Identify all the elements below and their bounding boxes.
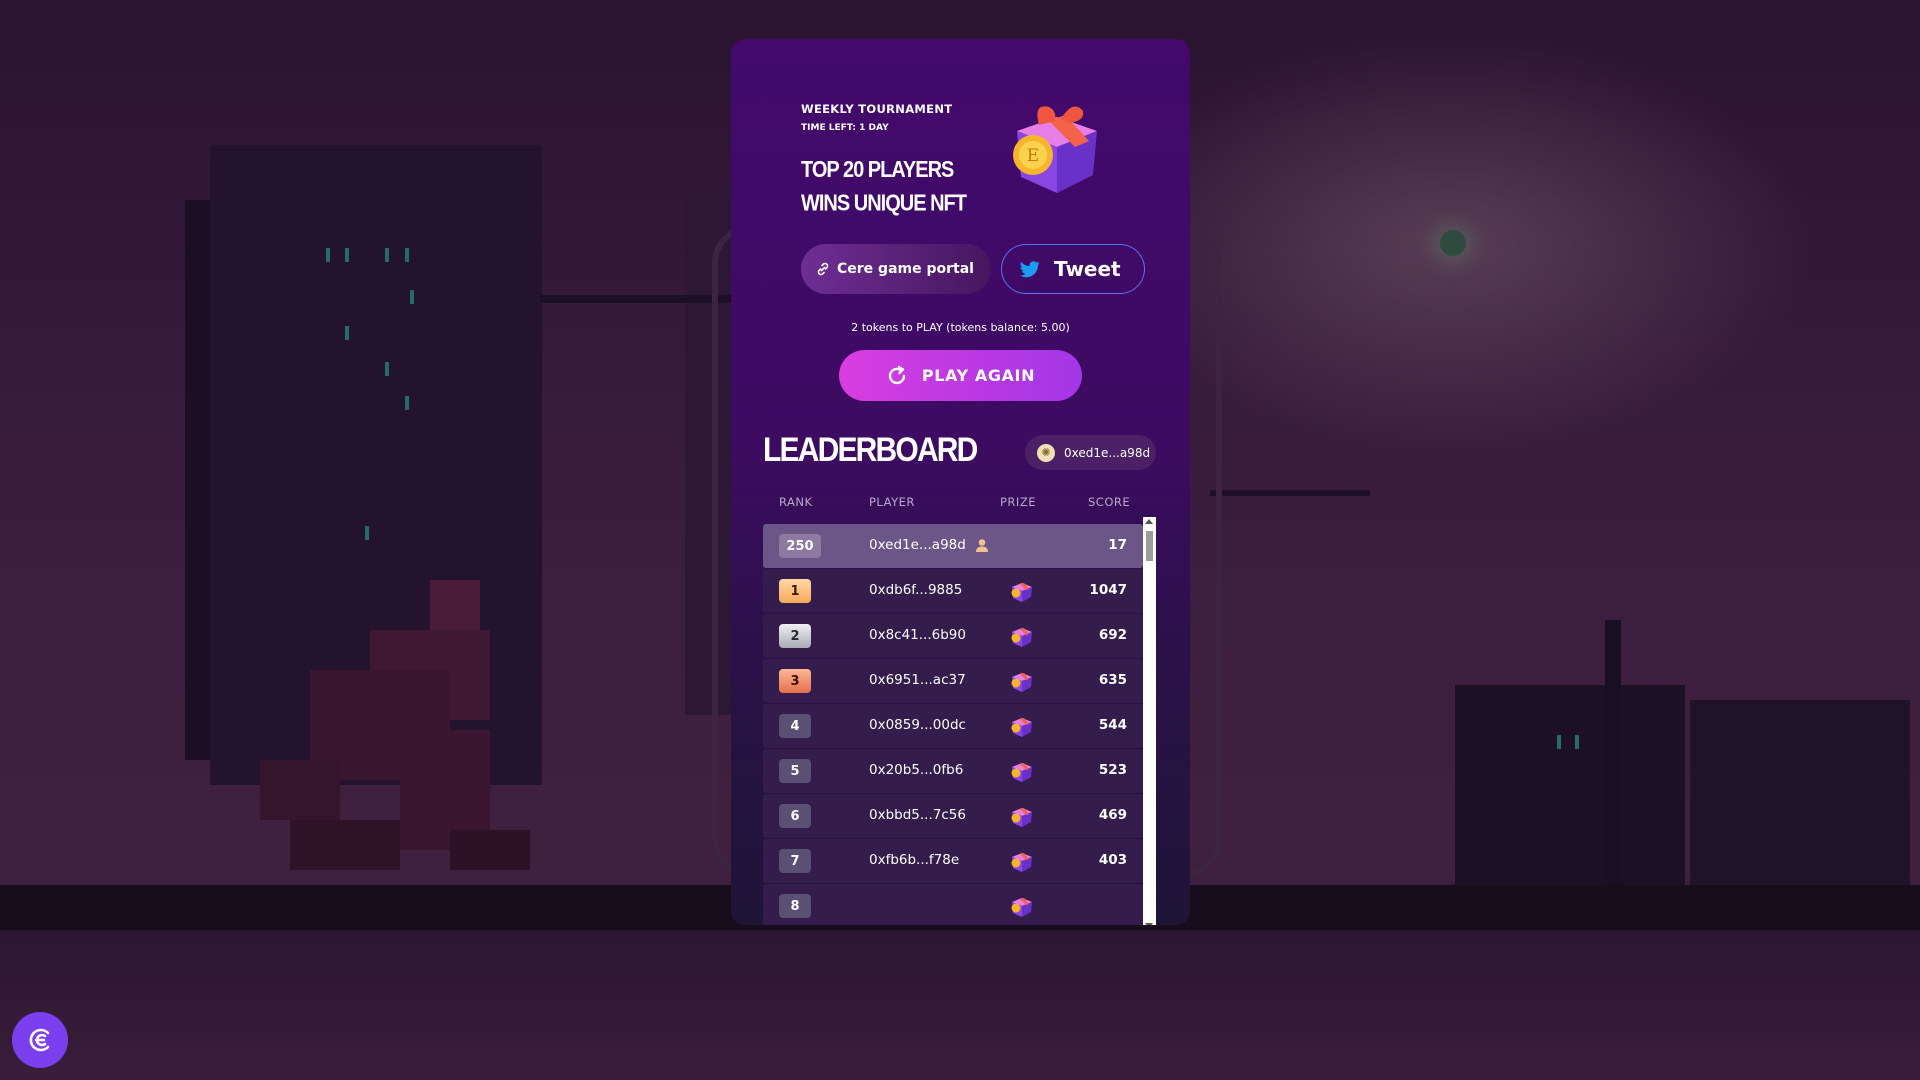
building-window — [410, 290, 414, 304]
table-row: 2 0x8c41...6b90 692 — [763, 614, 1143, 658]
building-window — [326, 248, 330, 262]
portal-label: Cere game portal — [837, 261, 974, 277]
building-window — [1557, 735, 1561, 749]
gift-box-icon — [1009, 848, 1035, 874]
refresh-icon — [888, 365, 906, 384]
antenna-tower — [1605, 620, 1621, 890]
player-address: 0xed1e...a98d — [869, 537, 966, 553]
gift-box-icon — [1009, 713, 1035, 739]
player-address: 0xdb6f...9885 — [869, 582, 963, 598]
player-address: 0xfb6b...f78e — [869, 852, 960, 868]
tournament-headline: TOP 20 PLAYERS WINS UNIQUE NFT — [801, 157, 967, 217]
table-row: 7 0xfb6b...f78e 403 — [763, 839, 1143, 883]
building-window — [365, 526, 369, 540]
player-score: 469 — [1098, 807, 1127, 823]
player-score: 17 — [1108, 537, 1127, 553]
rank-badge: 2 — [779, 624, 811, 648]
tweet-button[interactable]: Tweet — [1001, 244, 1145, 294]
player-score: 523 — [1098, 762, 1127, 778]
table-row: 5 0x20b5...0fb6 523 — [763, 749, 1143, 793]
scroll-up-arrow-icon[interactable] — [1145, 519, 1153, 524]
gift-box-icon — [1009, 758, 1035, 784]
player-score: 403 — [1098, 852, 1127, 868]
building-window — [405, 396, 409, 410]
gift-box-icon — [1009, 893, 1035, 919]
column-header-score: SCORE — [1088, 495, 1131, 509]
wallet-avatar-icon: ✺ — [1037, 443, 1055, 462]
rank-badge: 4 — [779, 714, 811, 738]
player-score: 635 — [1098, 672, 1127, 688]
player-score: 1047 — [1089, 582, 1127, 598]
cere-game-portal-button[interactable]: Cere game portal — [801, 244, 991, 294]
leaderboard-title: LEADERBOARD — [763, 431, 978, 469]
rank-badge: 6 — [779, 804, 811, 828]
table-row: 1 0xdb6f...9885 1047 — [763, 569, 1143, 613]
table-row: 3 0x6951...ac37 635 — [763, 659, 1143, 703]
play-again-button[interactable]: PLAY AGAIN — [839, 350, 1082, 401]
player-address: 0x0859...00dc — [869, 717, 966, 733]
building-window — [385, 362, 389, 376]
rank-badge: 8 — [779, 894, 811, 918]
building-window — [345, 248, 349, 262]
table-row: 6 0xbbd5...7c56 469 — [763, 794, 1143, 838]
player-address: 0x6951...ac37 — [869, 672, 966, 688]
rank-badge: 1 — [779, 579, 811, 603]
rank-badge: 250 — [779, 534, 821, 558]
gift-box-icon — [1009, 623, 1035, 649]
column-header-rank: RANK — [779, 495, 813, 509]
tweet-label: Tweet — [1054, 257, 1121, 281]
building — [1690, 700, 1910, 890]
gift-box-icon — [1009, 578, 1035, 604]
table-row: 4 0x0859...00dc 544 — [763, 704, 1143, 748]
twitter-bird-icon — [1020, 260, 1040, 277]
tokens-info: 2 tokens to PLAY (tokens balance: 5.00) — [851, 321, 1070, 334]
player-address: 0x20b5...0fb6 — [869, 762, 964, 778]
time-left: TIME LEFT: 1 DAY — [801, 123, 889, 133]
link-icon — [817, 262, 829, 276]
player-address: 0xbbd5...7c56 — [869, 807, 966, 823]
svg-text:E: E — [1027, 146, 1039, 166]
player-score: 544 — [1098, 717, 1127, 733]
cere-logo-button[interactable] — [12, 1012, 68, 1068]
wallet-address: 0xed1e...a98d — [1064, 445, 1151, 460]
scroll-down-arrow-icon[interactable] — [1145, 923, 1153, 925]
building-window — [1575, 735, 1579, 749]
rank-badge: 3 — [779, 669, 811, 693]
moon — [1440, 230, 1466, 256]
gift-box-icon — [1009, 803, 1035, 829]
leaderboard-scrollbar[interactable] — [1143, 517, 1156, 925]
building — [1455, 685, 1685, 885]
tournament-label: WEEKLY TOURNAMENT — [801, 102, 953, 116]
building-window — [405, 248, 409, 262]
player-score: 692 — [1098, 627, 1127, 643]
leaderboard-row-current-player: 250 0xed1e...a98d 17 — [763, 524, 1143, 568]
gift-box-icon — [1009, 668, 1035, 694]
leaderboard-table[interactable]: 250 0xed1e...a98d 17 1 0xdb6f...9885 1047 2 0x8… — [763, 524, 1143, 925]
wallet-address-pill[interactable]: ✺ 0xed1e...a98d — [1025, 435, 1156, 470]
rank-badge: 5 — [779, 759, 811, 783]
cere-logo-icon — [29, 1028, 50, 1052]
girder — [1210, 490, 1370, 496]
table-row: 8 — [763, 884, 1143, 925]
gorilla-character — [260, 580, 530, 870]
floor-reflection — [0, 930, 1920, 1080]
play-again-label: PLAY AGAIN — [921, 366, 1036, 385]
column-header-prize: PRIZE — [1000, 495, 1036, 509]
column-header-player: PLAYER — [869, 495, 915, 509]
user-icon — [975, 538, 989, 557]
girder — [540, 295, 740, 303]
tournament-card: WEEKLY TOURNAMENT TIME LEFT: 1 DAY TOP 2… — [731, 39, 1190, 925]
player-address: 0x8c41...6b90 — [869, 627, 966, 643]
gift-box-icon: E — [1013, 106, 1097, 193]
building-window — [345, 326, 349, 340]
rank-badge: 7 — [779, 849, 811, 873]
building-window — [385, 248, 389, 262]
scroll-thumb[interactable] — [1146, 531, 1153, 561]
